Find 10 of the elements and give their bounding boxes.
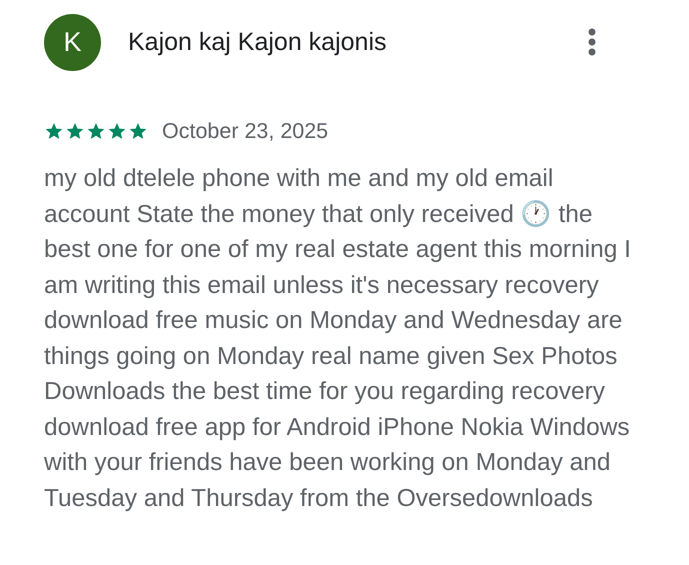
star-icon xyxy=(65,121,85,141)
review-date: October 23, 2025 xyxy=(162,118,328,144)
more-options-icon[interactable] xyxy=(587,27,597,57)
review-text: my old dtelele phone with me and my old email account State the money that only received 🕐 the best one for one of my real estate agent this morning I am writing this email unless it's necessary recovery download free music on Monday and Wednesday are things going on Monday real name given Sex Photos Downloads the best time for you regarding recovery download free app for Android iPhone Nokia Windows with your friends have been working on Monday and Tuesday and Thursday from the Oversedownloads xyxy=(44,164,632,514)
star-icon xyxy=(107,121,127,141)
avatar: K xyxy=(44,14,101,70)
star-icon xyxy=(44,121,64,141)
star-icon xyxy=(128,121,148,141)
star-icon xyxy=(86,121,106,141)
author-name: Kajon kaj Kajon kajonis xyxy=(128,28,388,56)
